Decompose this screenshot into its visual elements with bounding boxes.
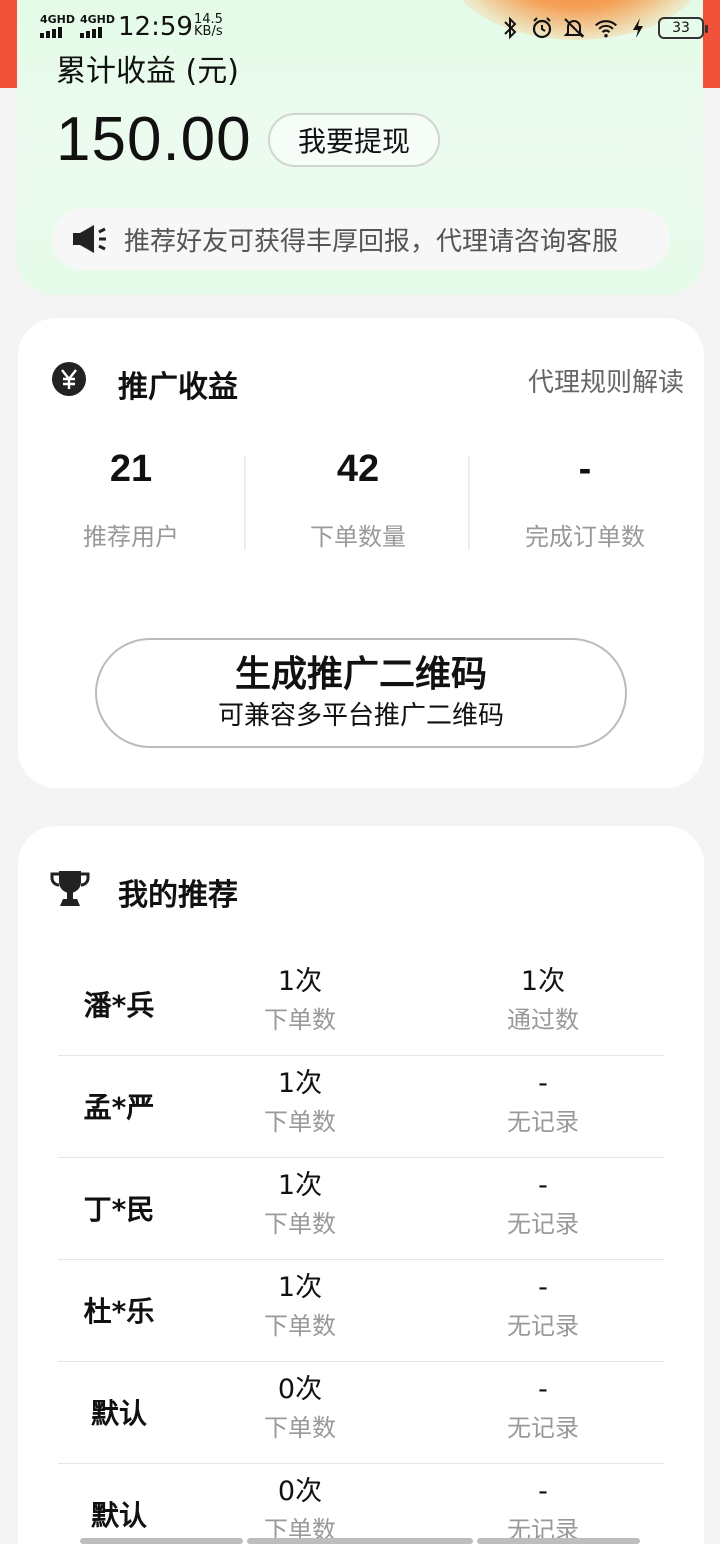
orders-value: 1次 bbox=[277, 1170, 323, 1201]
referral-name: 默认 bbox=[90, 1499, 147, 1532]
charging-icon bbox=[626, 15, 650, 41]
result-label: 无记录 bbox=[507, 1312, 579, 1340]
result-value: - bbox=[538, 1170, 548, 1201]
mute-icon bbox=[562, 15, 586, 41]
table-row[interactable]: 孟*严 1次 下单数 - 无记录 bbox=[58, 1056, 664, 1158]
result-value: - bbox=[538, 1272, 548, 1303]
referral-name: 丁*民 bbox=[83, 1193, 155, 1226]
result-value: - bbox=[538, 1374, 548, 1405]
orders-cell: 1次 下单数 bbox=[220, 962, 380, 1038]
result-label: 无记录 bbox=[507, 1210, 579, 1238]
scroll-indicator bbox=[80, 1538, 243, 1544]
stat-label: 完成订单数 bbox=[525, 523, 645, 551]
orders-label: 下单数 bbox=[264, 1108, 336, 1136]
orders-value: 0次 bbox=[277, 1374, 323, 1405]
battery-icon: 33 bbox=[658, 17, 708, 39]
qr-button-subtitle: 可兼容多平台推广二维码 bbox=[217, 701, 504, 731]
table-row[interactable]: 杜*乐 1次 下单数 - 无记录 bbox=[58, 1260, 664, 1362]
result-cell: - 无记录 bbox=[463, 1064, 623, 1140]
result-value: 1次 bbox=[520, 966, 566, 997]
table-row[interactable]: 潘*兵 1次 下单数 1次 通过数 bbox=[58, 954, 664, 1056]
withdraw-button[interactable]: 我要提现 bbox=[268, 113, 440, 167]
stat-order-count: 42 下单数量 bbox=[245, 448, 471, 552]
result-value: - bbox=[538, 1068, 548, 1099]
network-speed: 14.5 KB/s bbox=[194, 12, 223, 39]
orders-label: 下单数 bbox=[264, 1312, 336, 1340]
stat-divider bbox=[468, 456, 470, 550]
table-row[interactable]: 默认 0次 下单数 - 无记录 bbox=[58, 1362, 664, 1464]
orders-value: 0次 bbox=[277, 1476, 323, 1507]
wifi-icon bbox=[594, 15, 618, 41]
table-row[interactable]: 默认 0次 下单数 - 无记录 bbox=[58, 1464, 664, 1544]
referral-name: 孟*严 bbox=[83, 1091, 155, 1124]
agent-rules-link[interactable]: 代理规则解读 bbox=[528, 362, 684, 399]
total-earnings-label: 累计收益 (元) bbox=[56, 54, 239, 89]
orders-value: 1次 bbox=[277, 1068, 323, 1099]
orders-value: 1次 bbox=[277, 966, 323, 997]
result-cell: 1次 通过数 bbox=[463, 962, 623, 1038]
promotion-title: 推广收益 bbox=[118, 370, 238, 405]
result-cell: - 无记录 bbox=[463, 1370, 623, 1446]
result-value: - bbox=[538, 1476, 548, 1507]
result-label: 通过数 bbox=[507, 1006, 579, 1034]
result-cell: - 无记录 bbox=[463, 1472, 623, 1544]
result-cell: - 无记录 bbox=[463, 1166, 623, 1242]
recommendations-title: 我的推荐 bbox=[118, 878, 238, 913]
generate-qr-button[interactable]: 生成推广二维码 可兼容多平台推广二维码 bbox=[95, 638, 627, 748]
orders-value: 1次 bbox=[277, 1272, 323, 1303]
result-label: 无记录 bbox=[507, 1108, 579, 1136]
signal-icon-1: 4GHD bbox=[40, 14, 75, 38]
stat-completed-orders: - 完成订单数 bbox=[472, 448, 698, 552]
referral-name: 默认 bbox=[90, 1397, 147, 1430]
table-row[interactable]: 丁*民 1次 下单数 - 无记录 bbox=[58, 1158, 664, 1260]
referral-name: 潘*兵 bbox=[83, 989, 155, 1022]
orders-cell: 1次 下单数 bbox=[220, 1268, 380, 1344]
orders-label: 下单数 bbox=[264, 1006, 336, 1034]
result-label: 无记录 bbox=[507, 1414, 579, 1442]
orders-cell: 1次 下单数 bbox=[220, 1064, 380, 1140]
qr-button-title: 生成推广二维码 bbox=[234, 654, 487, 695]
orders-cell: 0次 下单数 bbox=[220, 1472, 380, 1544]
stat-value: 21 bbox=[109, 448, 153, 490]
alarm-icon bbox=[530, 15, 554, 41]
stat-recommended-users: 21 推荐用户 bbox=[18, 448, 244, 552]
result-cell: - 无记录 bbox=[463, 1268, 623, 1344]
promotion-card: 推广收益 代理规则解读 21 推荐用户 42 下单数量 - 完成订单数 生成推广… bbox=[18, 318, 704, 788]
scroll-indicator bbox=[477, 1538, 640, 1544]
yuan-icon bbox=[52, 362, 86, 396]
status-time: 12:59 bbox=[118, 12, 193, 42]
orders-label: 下单数 bbox=[264, 1414, 336, 1442]
stat-value: - bbox=[578, 448, 592, 490]
total-earnings-amount: 150.00 bbox=[56, 105, 252, 174]
speaker-icon bbox=[73, 225, 106, 253]
orders-cell: 1次 下单数 bbox=[220, 1166, 380, 1242]
recommendations-card: 我的推荐 潘*兵 1次 下单数 1次 通过数 孟*严 1次 下单数 - 无记录 … bbox=[18, 826, 704, 1544]
orders-cell: 0次 下单数 bbox=[220, 1370, 380, 1446]
signal-icon-2: 4GHD bbox=[80, 14, 115, 38]
referral-name: 杜*乐 bbox=[83, 1295, 155, 1328]
notice-text: 推荐好友可获得丰厚回报，代理请咨询客服 bbox=[124, 226, 619, 257]
scroll-indicator bbox=[247, 1538, 473, 1544]
orders-label: 下单数 bbox=[264, 1210, 336, 1238]
stat-label: 推荐用户 bbox=[83, 523, 179, 551]
notice-banner: 推荐好友可获得丰厚回报，代理请咨询客服 bbox=[52, 208, 670, 270]
trophy-icon bbox=[50, 871, 90, 906]
stat-label: 下单数量 bbox=[310, 523, 406, 551]
bluetooth-icon bbox=[498, 15, 522, 41]
stat-value: 42 bbox=[336, 448, 380, 490]
